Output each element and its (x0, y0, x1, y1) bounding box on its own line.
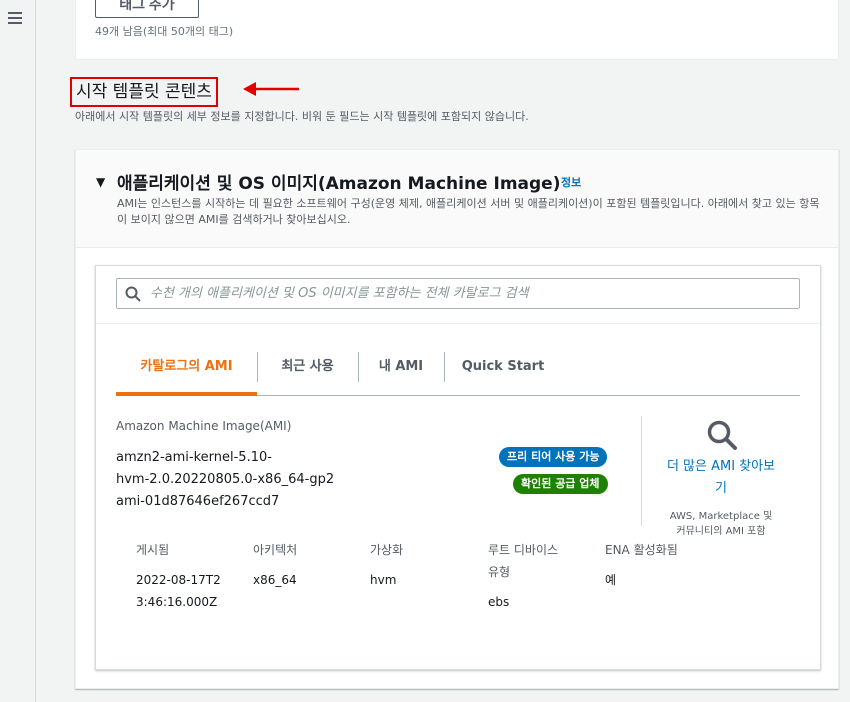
tags-card: 태그 추가 49개 남음(최대 50개의 태그) (75, 0, 839, 60)
vertical-divider (641, 416, 642, 526)
selected-ami-label: Amazon Machine Image(AMI) (116, 419, 292, 433)
expand-caret-icon[interactable]: ▼ (96, 175, 105, 189)
ami-section-description: AMI는 인스턴스를 시작하는 데 필요한 소프트웨어 구성(운영 체제, 애플… (117, 197, 820, 226)
info-link[interactable]: 정보 (561, 174, 581, 190)
root-device-header-line2: 유형 (488, 565, 511, 579)
ami-tabs: 카탈로그의 AMI 최근 사용 내 AMI Quick Start (116, 336, 800, 396)
root-device-header: 루트 디바이스 유형 (488, 539, 558, 583)
published-value: 2022-08-17T2 3:46:16.000Z (136, 569, 221, 613)
add-tag-button[interactable]: 태그 추가 (95, 0, 199, 18)
selected-ami-name: amzn2-ami-kernel-5.10- hvm-2.0.20220805.… (116, 447, 356, 513)
ami-search-box[interactable] (116, 278, 800, 309)
ami-section-title: 애플리케이션 및 OS 이미지(Amazon Machine Image) (117, 174, 561, 194)
active-tab-indicator (116, 392, 257, 396)
published-header: 게시됨 (136, 543, 170, 557)
architecture-header: 아키텍처 (253, 543, 298, 557)
browse-note-line2: 커뮤니티의 AMI 포함 (676, 526, 766, 537)
tag-remaining-count: 49개 남음(최대 50개의 태그) (95, 25, 234, 38)
magnifier-icon[interactable] (706, 419, 738, 451)
browse-note-line1: AWS, Marketplace 및 (669, 511, 773, 522)
ami-search-input[interactable] (150, 279, 790, 308)
ena-enabled-value: 예 (605, 573, 617, 587)
hamburger-menu-icon[interactable] (8, 12, 22, 24)
architecture-value: x86_64 (253, 573, 297, 587)
tab-quick-start[interactable]: Quick Start (444, 352, 562, 382)
virtualization-value: hvm (370, 573, 397, 587)
tab-catalog-ami[interactable]: 카탈로그의 AMI (116, 352, 257, 382)
root-device-type-value: ebs (488, 595, 510, 609)
ena-enabled-header: ENA 활성화됨 (605, 543, 678, 557)
published-value-line2: 3:46:16.000Z (136, 595, 218, 609)
ami-section-card: ▼ 애플리케이션 및 OS 이미지(Amazon Machine Image) … (75, 149, 839, 689)
ami-name-line2: hvm-2.0.20220805.0-x86_64-gp2 (116, 472, 335, 487)
published-value-line1: 2022-08-17T2 (136, 573, 221, 587)
search-icon (125, 286, 141, 302)
verified-provider-badge: 확인된 공급 업체 (513, 474, 608, 494)
left-navigation (0, 0, 36, 702)
browse-link-line1[interactable]: 더 많은 AMI 찾아보 (651, 456, 791, 478)
root-device-header-line1: 루트 디바이스 (488, 543, 559, 557)
ami-id: ami-01d87646ef267ccd7 (116, 494, 280, 509)
ami-section-header: ▼ 애플리케이션 및 OS 이미지(Amazon Machine Image) … (76, 150, 838, 248)
launch-template-description: 아래에서 시작 템플릿의 세부 정보를 지정합니다. 비워 둔 필드는 시작 템… (75, 110, 529, 123)
free-tier-badge: 프리 티어 사용 가능 (499, 447, 608, 467)
browse-link-line2[interactable]: 기 (651, 478, 791, 500)
launch-template-content-title: 시작 템플릿 콘텐츠 (70, 77, 218, 107)
ami-name-line1: amzn2-ami-kernel-5.10- (116, 450, 272, 465)
annotation-arrow-icon (243, 82, 299, 96)
tab-recent[interactable]: 최근 사용 (257, 352, 358, 382)
tab-my-ami[interactable]: 내 AMI (358, 352, 444, 382)
ami-selector-panel: 카탈로그의 AMI 최근 사용 내 AMI Quick Start Amazon… (95, 265, 821, 670)
browse-more-note: AWS, Marketplace 및 커뮤니티의 AMI 포함 (651, 509, 791, 539)
divider (96, 323, 820, 324)
browse-more-amis-link[interactable]: 더 많은 AMI 찾아보 기 (651, 456, 791, 500)
virtualization-header: 가상화 (370, 543, 404, 557)
